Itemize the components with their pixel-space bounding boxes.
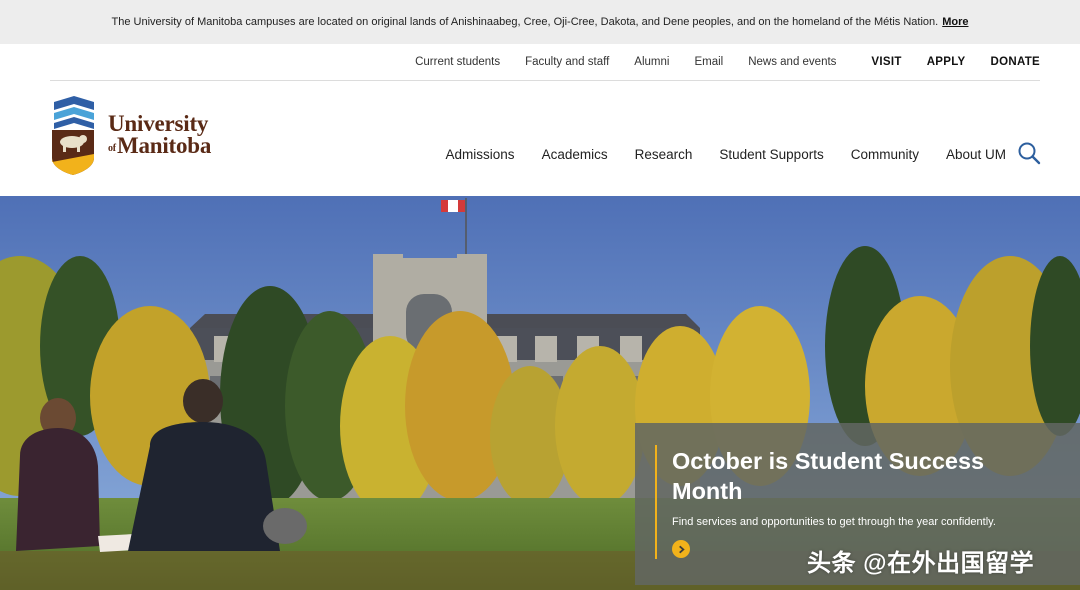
utility-nav: Current students Faculty and staff Alumn… xyxy=(390,52,1040,72)
nav-item-student-supports[interactable]: Student Supports xyxy=(719,147,823,162)
wordmark-manitoba: Manitoba xyxy=(116,133,212,158)
utility-link-visit[interactable]: VISIT xyxy=(871,56,901,68)
main-nav: Admissions Academics Research Student Su… xyxy=(419,144,1006,164)
utility-link-news-events[interactable]: News and events xyxy=(748,56,836,68)
utility-link-current-students[interactable]: Current students xyxy=(415,56,500,68)
university-logo[interactable]: University ofManitoba xyxy=(50,96,240,178)
source-watermark: 头条 @在外出国留学 xyxy=(807,550,1035,577)
search-icon[interactable] xyxy=(1017,141,1041,165)
nav-item-community[interactable]: Community xyxy=(851,147,919,162)
promo-go-button[interactable] xyxy=(672,540,690,558)
nav-item-about[interactable]: About UM xyxy=(946,147,1006,162)
wordmark-line-university: University xyxy=(108,111,209,136)
utility-link-alumni[interactable]: Alumni xyxy=(634,56,669,68)
utility-link-apply[interactable]: APPLY xyxy=(927,56,966,68)
wordmark-of: of xyxy=(108,143,116,154)
land-acknowledgement-bar: The University of Manitoba campuses are … xyxy=(0,0,1080,44)
nav-item-admissions[interactable]: Admissions xyxy=(446,147,515,162)
promo-title[interactable]: October is Student Success Month xyxy=(672,446,1052,506)
wordmark-line-manitoba: ofManitoba xyxy=(108,133,212,160)
utility-link-donate[interactable]: DONATE xyxy=(990,56,1040,68)
header-divider xyxy=(50,80,1040,81)
chevron-right-icon xyxy=(678,545,685,553)
promo-accent-rule xyxy=(655,445,657,559)
land-acknowledgement-text: The University of Manitoba campuses are … xyxy=(111,16,939,28)
university-wordmark: University ofManitoba xyxy=(108,111,212,160)
utility-link-email[interactable]: Email xyxy=(694,56,723,68)
utility-link-faculty-staff[interactable]: Faculty and staff xyxy=(525,56,609,68)
promo-description: Find services and opportunities to get t… xyxy=(672,516,996,528)
bison-shield-icon xyxy=(52,96,94,175)
land-acknowledgement-more-link[interactable]: More xyxy=(942,16,968,28)
nav-item-academics[interactable]: Academics xyxy=(542,147,608,162)
nav-item-research[interactable]: Research xyxy=(635,147,693,162)
